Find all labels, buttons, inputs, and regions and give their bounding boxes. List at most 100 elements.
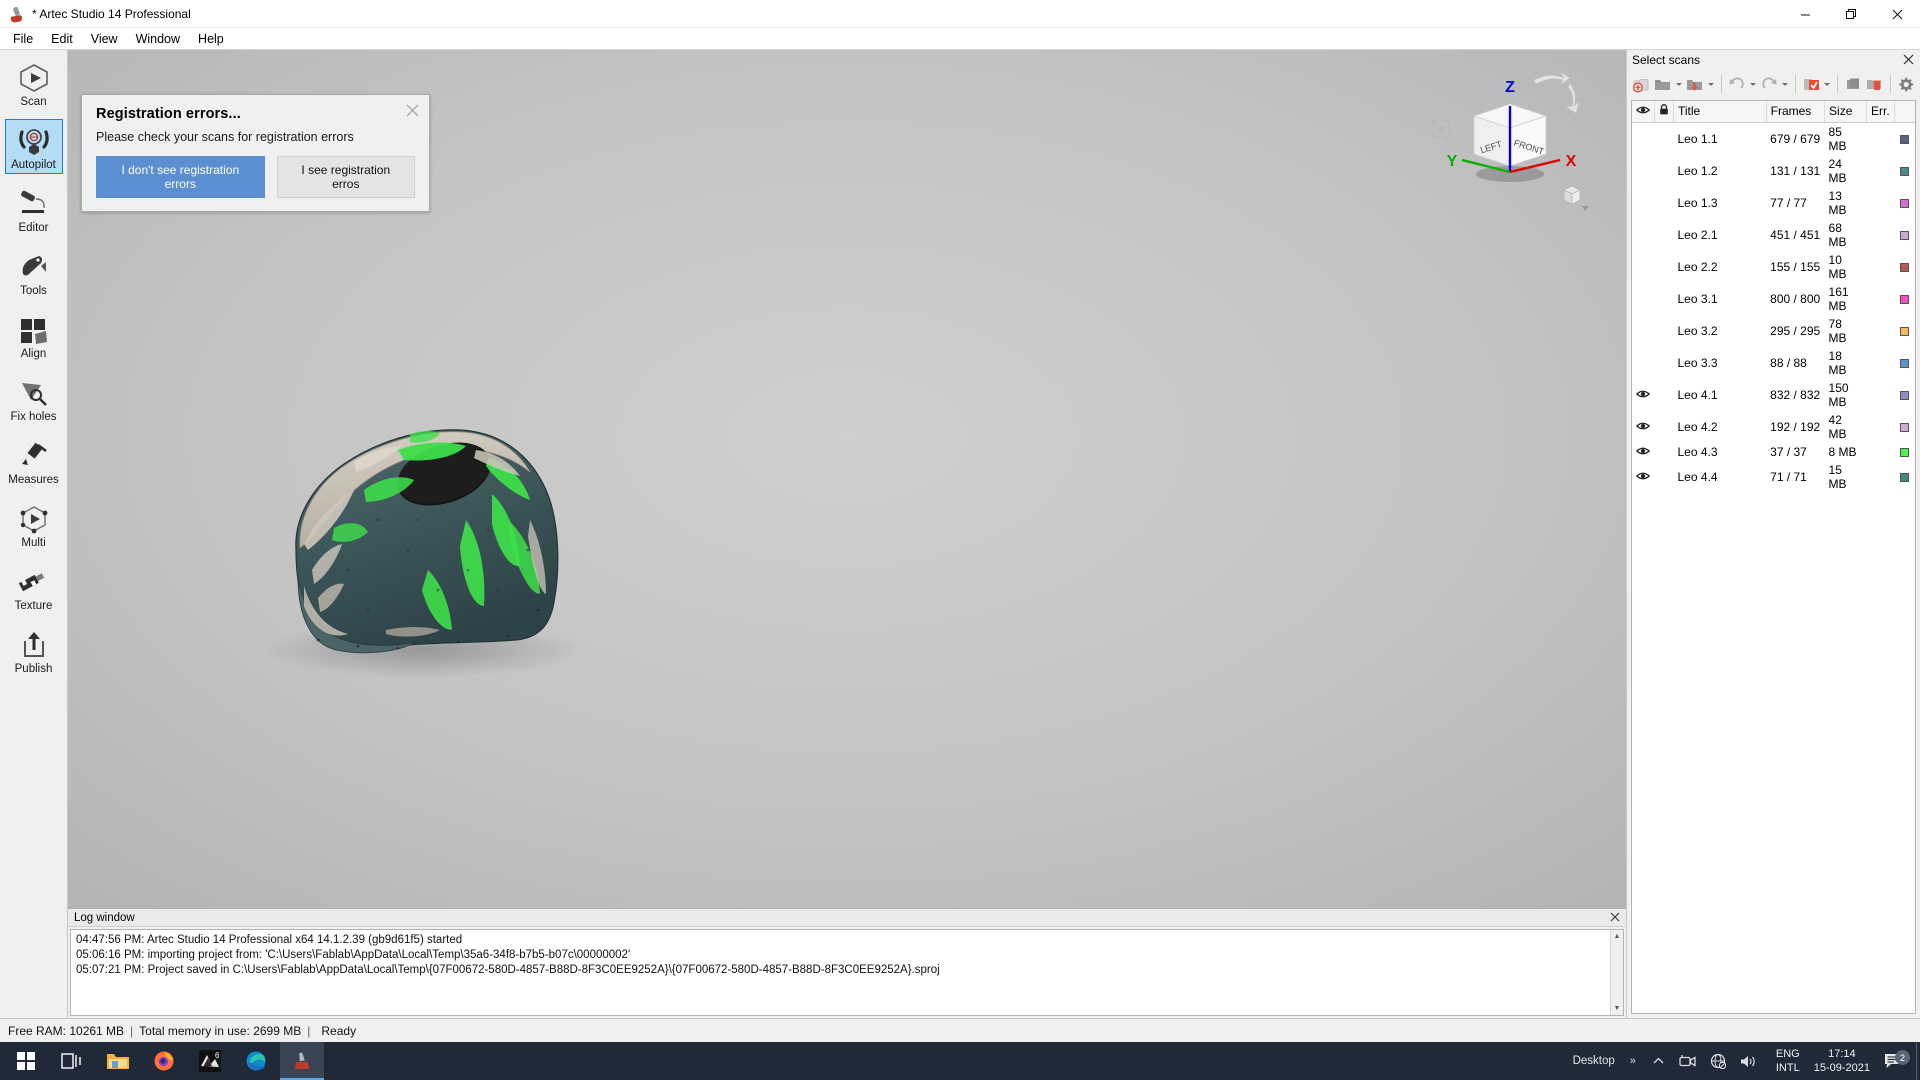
row-color-swatch[interactable] [1894,155,1915,187]
row-color-swatch[interactable] [1894,187,1915,219]
row-visibility-toggle[interactable] [1632,155,1655,187]
network-offline-icon[interactable] [1703,1053,1733,1069]
show-desktop-button[interactable] [1916,1042,1920,1080]
table-row[interactable]: Leo 3.2 295 / 295 78 MB [1632,315,1915,347]
row-color-swatch[interactable] [1894,443,1915,461]
sidebar-item-scan[interactable]: Scan [5,56,63,111]
sidebar-item-fix-holes[interactable]: Fix holes [5,371,63,426]
artec-studio-icon[interactable] [280,1042,324,1080]
sidebar-item-editor[interactable]: Editor [5,182,63,237]
table-row[interactable]: Leo 4.3 37 / 37 8 MB [1632,443,1915,461]
table-row[interactable]: Leo 1.2 131 / 131 24 MB [1632,155,1915,187]
tray-overflow-arrows[interactable]: » [1621,1055,1645,1067]
column-header-color[interactable] [1894,101,1915,123]
chevron-down-icon[interactable] [1748,72,1758,96]
row-color-swatch[interactable] [1894,283,1915,315]
row-visibility-toggle[interactable] [1632,122,1655,155]
notification-icon[interactable]: 2 [1876,1050,1916,1070]
firefox-icon[interactable] [142,1042,186,1080]
menu-edit[interactable]: Edit [42,29,82,49]
table-row[interactable]: Leo 1.1 679 / 679 85 MB [1632,122,1915,155]
chevron-down-icon[interactable] [1822,72,1832,96]
scroll-down-icon[interactable]: ▼ [1611,1002,1623,1015]
column-header-frames[interactable]: Frames [1766,101,1826,123]
language-indicator[interactable]: ENG INTL [1764,1047,1808,1075]
scans-table-container[interactable]: Title Frames Size Err. Leo 1.1 679 / 679 8… [1631,100,1916,1014]
clock[interactable]: 17:14 15-09-2021 [1808,1047,1876,1075]
duplicate-icon[interactable] [1843,72,1863,96]
log-scrollbar[interactable]: ▲ ▼ [1610,930,1623,1015]
menu-window[interactable]: Window [127,29,189,49]
row-lock-toggle[interactable] [1655,315,1674,347]
import-icon[interactable] [1685,72,1705,96]
row-visibility-toggle[interactable] [1632,461,1655,493]
row-color-swatch[interactable] [1894,411,1915,443]
column-header-size[interactable]: Size [1824,101,1868,123]
close-icon[interactable] [404,102,421,119]
table-row[interactable]: Leo 3.3 88 / 88 18 MB [1632,347,1915,379]
no-registration-errors-button[interactable]: I don't see registration errors [96,156,265,198]
scroll-up-icon[interactable]: ▲ [1611,930,1623,943]
row-visibility-toggle[interactable] [1632,187,1655,219]
close-icon[interactable] [1610,912,1620,924]
cura-icon[interactable]: 6 [188,1042,232,1080]
menu-file[interactable]: File [4,29,42,49]
row-lock-toggle[interactable] [1655,155,1674,187]
sidebar-item-publish[interactable]: Publish [5,623,63,678]
row-lock-toggle[interactable] [1655,251,1674,283]
row-visibility-toggle[interactable] [1632,315,1655,347]
sidebar-item-tools[interactable]: Tools [5,245,63,300]
menu-help[interactable]: Help [189,29,233,49]
row-lock-toggle[interactable] [1655,219,1674,251]
table-row[interactable]: Leo 4.2 192 / 192 42 MB [1632,411,1915,443]
row-visibility-toggle[interactable] [1632,411,1655,443]
row-visibility-toggle[interactable] [1632,283,1655,315]
menu-view[interactable]: View [82,29,127,49]
sidebar-item-multi[interactable]: Multi [5,497,63,552]
volume-icon[interactable] [1733,1054,1764,1069]
delete-icon[interactable] [1865,72,1885,96]
column-header-visibility[interactable] [1632,101,1655,123]
row-color-swatch[interactable] [1894,379,1915,411]
row-color-swatch[interactable] [1894,122,1915,155]
fit-to-view-icon[interactable] [1432,120,1450,138]
table-row[interactable]: Leo 2.2 155 / 155 10 MB [1632,251,1915,283]
row-color-swatch[interactable] [1894,251,1915,283]
close-icon[interactable] [1903,54,1914,67]
minimize-button[interactable] [1782,0,1828,28]
open-folder-icon[interactable] [1652,72,1672,96]
start-windows-icon[interactable] [4,1042,48,1080]
table-row[interactable]: Leo 4.4 71 / 71 15 MB [1632,461,1915,493]
table-row[interactable]: Leo 4.1 832 / 832 150 MB [1632,379,1915,411]
row-color-swatch[interactable] [1894,219,1915,251]
sidebar-item-texture[interactable]: Texture [5,560,63,615]
chevron-down-icon[interactable] [1780,72,1790,96]
file-explorer-icon[interactable] [96,1042,140,1080]
chevron-down-icon[interactable] [1706,72,1716,96]
sidebar-item-autopilot[interactable]: Autopilot [4,119,63,174]
sidebar-item-measures[interactable]: Measures [5,434,63,489]
row-lock-toggle[interactable] [1655,411,1674,443]
row-color-swatch[interactable] [1894,347,1915,379]
edge-icon[interactable] [234,1042,278,1080]
desktop-label[interactable]: Desktop [1567,1055,1621,1067]
redo-icon[interactable] [1759,72,1779,96]
row-lock-toggle[interactable] [1655,461,1674,493]
orientation-cube[interactable]: LEFT FRONT Z Y X [1432,62,1602,222]
3d-viewport[interactable]: Registration errors... Please check your… [68,50,1626,908]
column-header-lock[interactable] [1654,101,1674,123]
task-view-icon[interactable] [50,1042,94,1080]
row-color-swatch[interactable] [1894,461,1915,493]
row-lock-toggle[interactable] [1655,122,1674,155]
row-visibility-toggle[interactable] [1632,443,1655,461]
table-row[interactable]: Leo 1.3 77 / 77 13 MB [1632,187,1915,219]
column-header-title[interactable]: Title [1673,101,1767,123]
sidebar-item-align[interactable]: Align [5,308,63,363]
chevron-up-icon[interactable] [1645,1055,1672,1068]
row-visibility-toggle[interactable] [1632,347,1655,379]
row-visibility-toggle[interactable] [1632,379,1655,411]
row-visibility-toggle[interactable] [1632,251,1655,283]
row-lock-toggle[interactable] [1655,283,1674,315]
row-lock-toggle[interactable] [1655,379,1674,411]
row-visibility-toggle[interactable] [1632,219,1655,251]
